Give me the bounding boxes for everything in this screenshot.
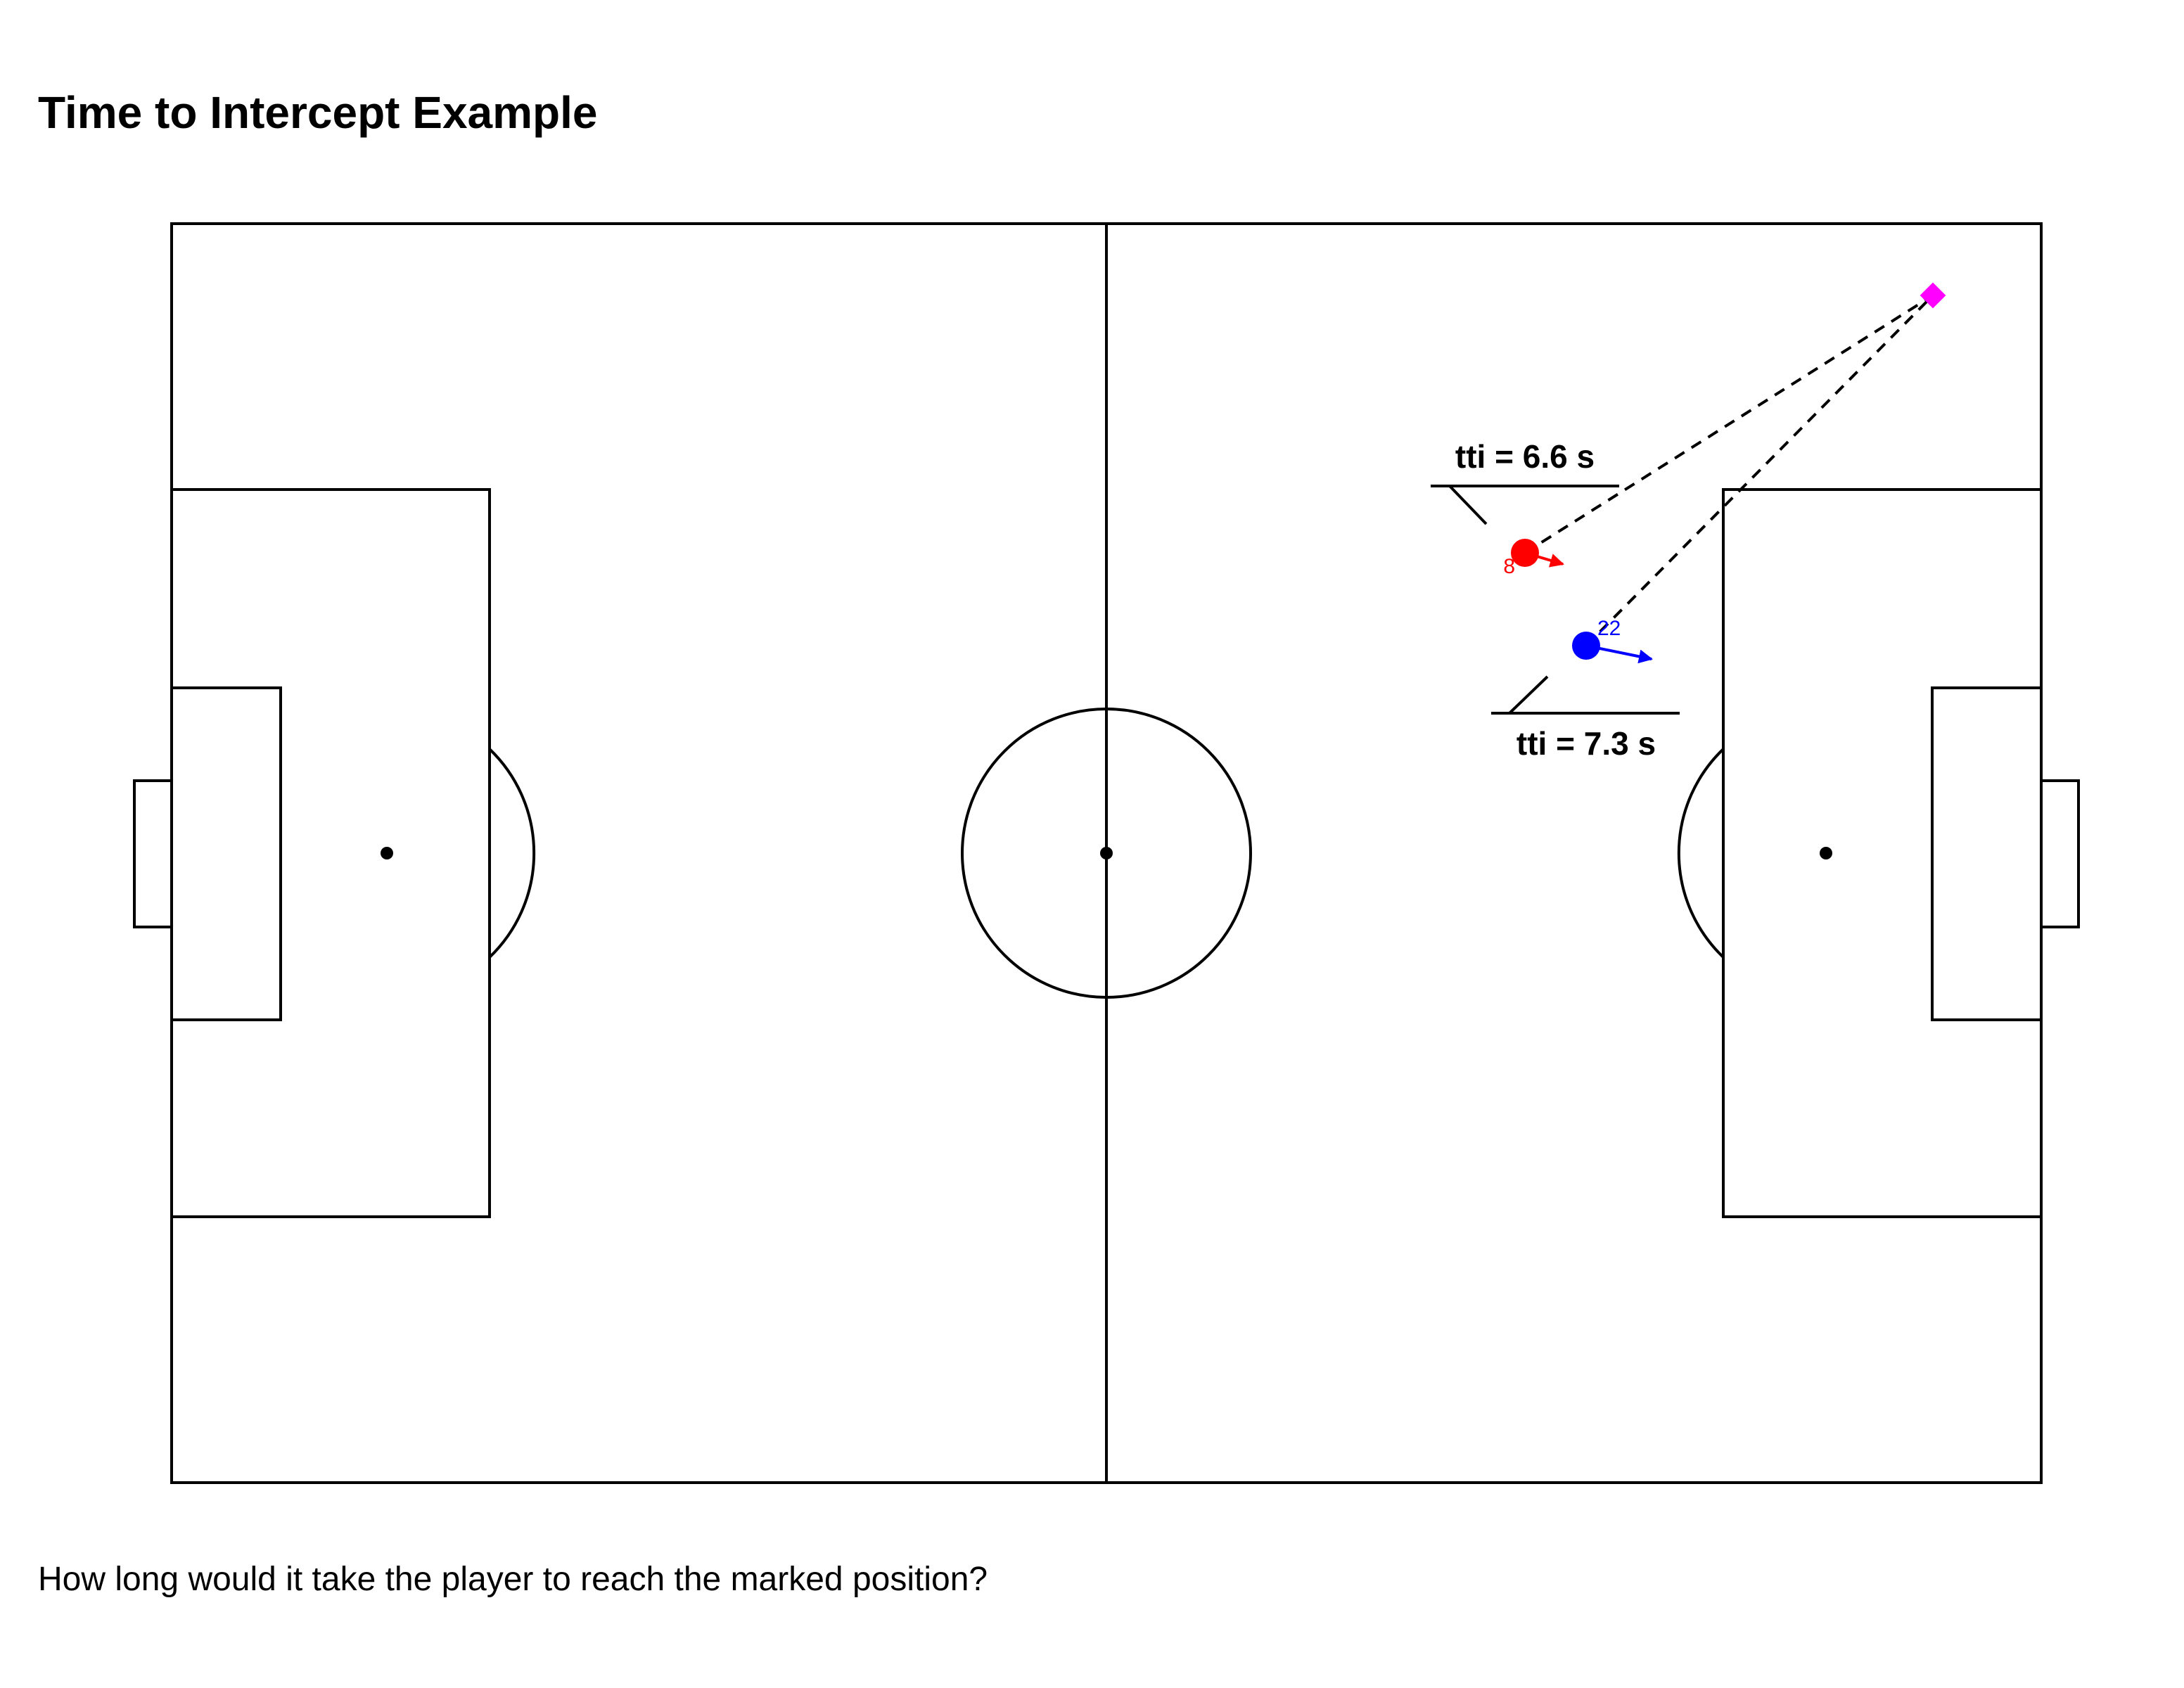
red-player-number: 8 <box>1503 555 1515 578</box>
blue-tti-label: tti = 7.3 s <box>1516 725 1656 762</box>
player-blue: 22 <box>1572 617 1653 664</box>
right-penalty-area <box>1722 488 2043 1218</box>
pitch-markings <box>133 222 2080 1484</box>
left-goal <box>133 779 173 928</box>
player-red: 8 <box>1503 539 1564 578</box>
blue-intercept-path <box>1585 294 1934 647</box>
blue-player-dot <box>1572 632 1600 660</box>
question-caption: How long would it take the player to rea… <box>38 1561 988 1598</box>
red-tti-label: tti = 6.6 s <box>1455 438 1595 475</box>
blue-player-number: 22 <box>1597 617 1621 640</box>
red-intercept-path <box>1524 294 1934 554</box>
right-penalty-spot <box>1820 847 1832 859</box>
right-penalty-arc <box>1677 748 1725 959</box>
center-spot <box>1100 847 1113 859</box>
left-penalty-area <box>170 488 491 1218</box>
red-tti-annotation: tti = 6.6 s <box>1431 438 1619 525</box>
red-player-dot <box>1511 539 1539 567</box>
red-tti-leader <box>1448 485 1488 525</box>
right-goal <box>2040 779 2080 928</box>
left-penalty-arc <box>488 748 536 959</box>
blue-tti-annotation: tti = 7.3 s <box>1491 675 1680 762</box>
blue-tti-leader <box>1508 675 1549 715</box>
right-goal-area <box>1931 686 2043 1021</box>
left-penalty-spot <box>381 847 393 859</box>
pitch-diagram: 8 22 tti = 6.6 s tti = 7.3 s <box>133 222 2080 1484</box>
left-goal-area <box>170 686 282 1021</box>
